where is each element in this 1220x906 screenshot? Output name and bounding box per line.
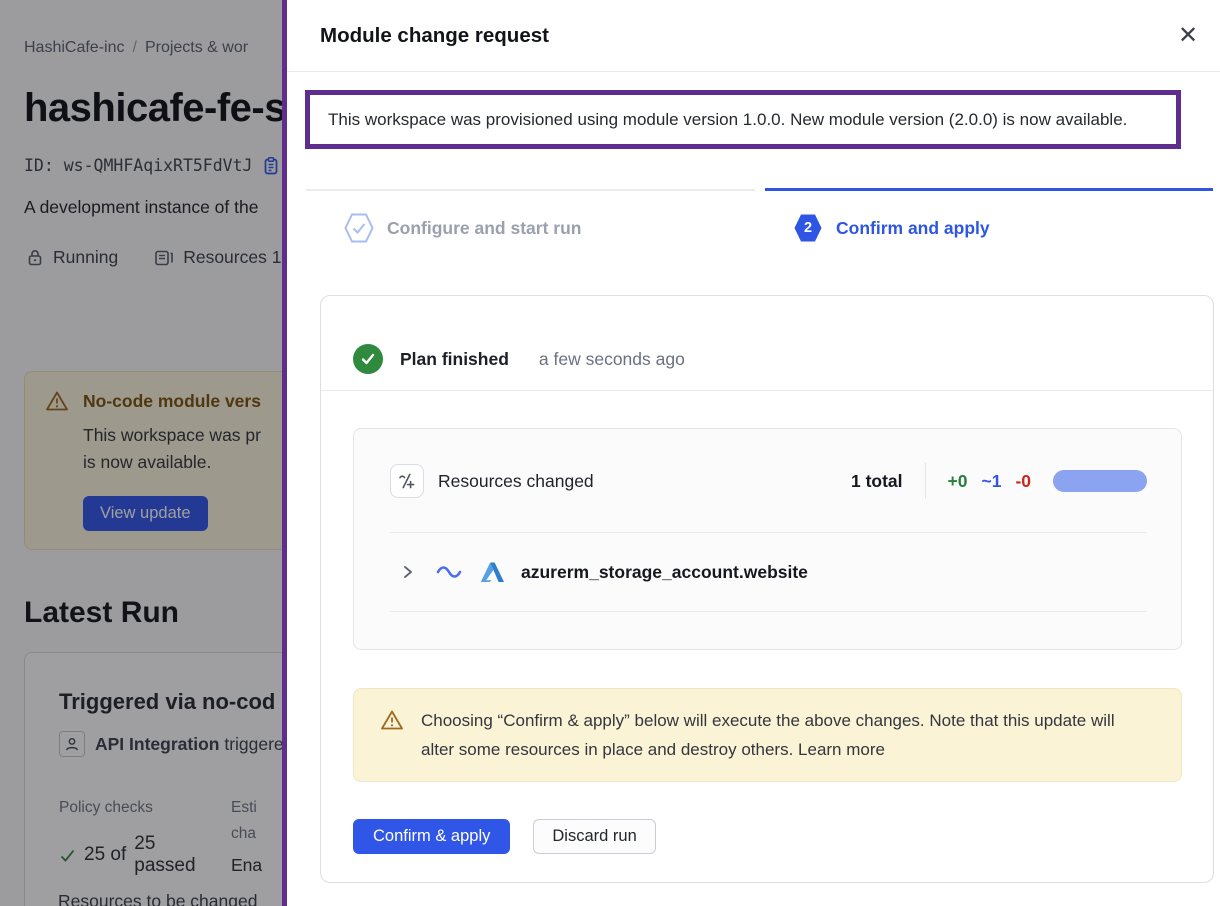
modal-scrim[interactable]	[0, 0, 283, 906]
divider	[390, 611, 1147, 612]
resources-changed-count: ~1	[981, 471, 1001, 492]
plan-timestamp: a few seconds ago	[539, 349, 685, 370]
screen: HashiCafe-inc/Projects & wor hashicafe-f…	[0, 0, 1220, 906]
update-tilde-icon	[436, 565, 462, 579]
resources-added-count: +0	[948, 471, 968, 492]
module-change-request-modal: Module change request ✕ This workspace w…	[287, 0, 1220, 906]
modal-header: Module change request ✕	[287, 0, 1220, 72]
step-confirm-and-apply[interactable]: 2 Confirm and apply	[793, 213, 990, 243]
resource-name: azurerm_storage_account.website	[521, 562, 808, 583]
chevron-right-icon[interactable]	[402, 563, 414, 581]
resources-changed-card: Resources changed 1 total +0 ~1 -0	[353, 428, 1182, 650]
module-version-banner: This workspace was provisioned using mod…	[305, 90, 1181, 149]
divider	[925, 463, 926, 499]
discard-run-button[interactable]: Discard run	[533, 819, 655, 854]
plan-status-text: Plan finished	[400, 349, 509, 370]
step2-label: Confirm and apply	[836, 218, 990, 239]
modal-actions: Confirm & apply Discard run	[353, 819, 1213, 854]
close-icon[interactable]: ✕	[1170, 18, 1206, 54]
modal-title: Module change request	[320, 24, 549, 48]
annotation-vertical-line	[282, 0, 287, 906]
step1-complete-icon	[344, 213, 374, 243]
warning-triangle-icon	[380, 709, 404, 764]
step-configure-and-start-run[interactable]: Configure and start run	[344, 213, 581, 243]
plan-success-icon	[353, 344, 383, 374]
resource-row[interactable]: azurerm_storage_account.website	[390, 533, 1147, 611]
step1-progress-line	[306, 189, 755, 191]
step2-progress-line	[765, 188, 1213, 191]
step1-label: Configure and start run	[387, 218, 581, 239]
warning-text: Choosing “Confirm & apply” below will ex…	[421, 711, 1115, 759]
azure-icon	[480, 561, 505, 583]
learn-more-link[interactable]: Learn more	[798, 740, 885, 759]
resources-total: 1 total	[851, 471, 903, 492]
plan-status-row: Plan finished a few seconds ago	[321, 296, 1213, 390]
divider	[321, 390, 1213, 391]
confirm-warning-box: Choosing “Confirm & apply” below will ex…	[353, 688, 1182, 782]
change-progress-pill	[1053, 470, 1147, 492]
resources-changed-header: Resources changed 1 total +0 ~1 -0	[390, 463, 1147, 499]
resources-destroyed-count: -0	[1015, 471, 1031, 492]
resources-changed-label: Resources changed	[438, 471, 594, 492]
step2-number-icon: 2	[793, 213, 823, 243]
confirm-apply-button[interactable]: Confirm & apply	[353, 819, 510, 854]
plan-card: Plan finished a few seconds ago Resource…	[320, 295, 1214, 883]
diff-icon	[390, 464, 424, 498]
